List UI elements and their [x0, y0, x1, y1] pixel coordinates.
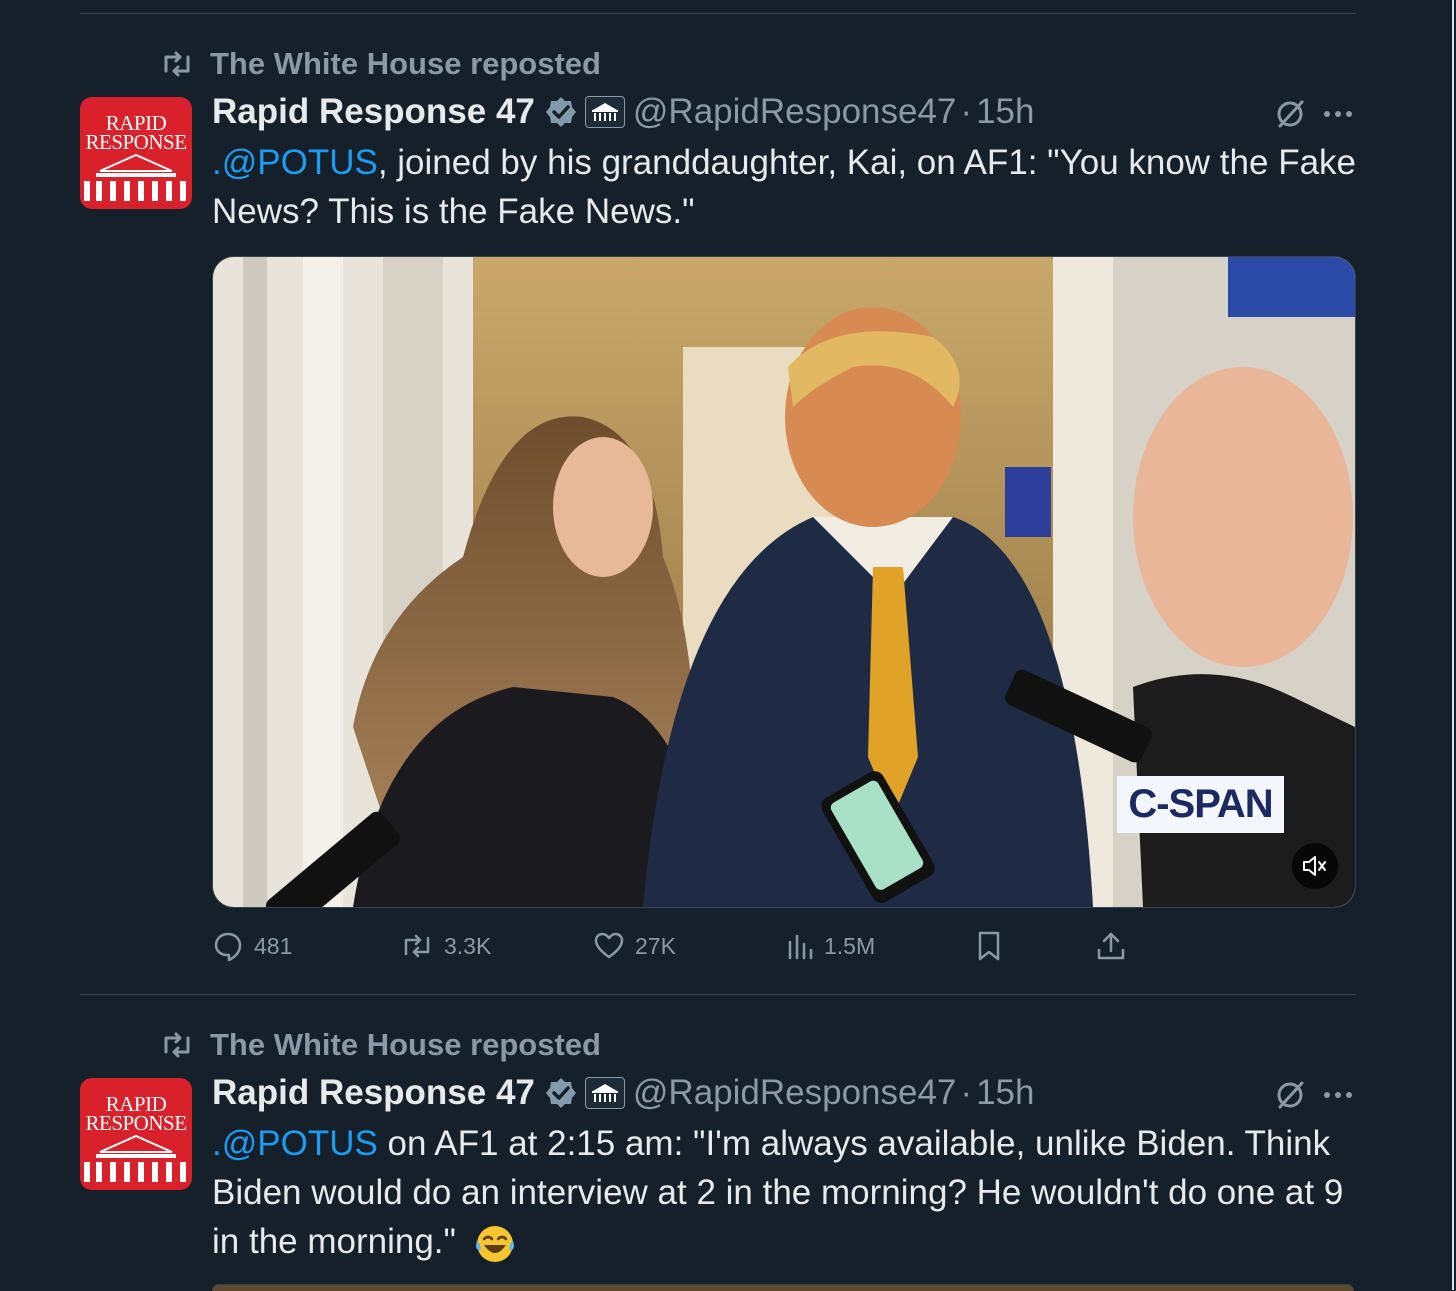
muted-speaker-icon [1303, 856, 1326, 876]
like-button[interactable]: 27K [593, 930, 676, 962]
post-text-body: on AF1 at 2:15 am: "I'm always available… [212, 1124, 1344, 1261]
repost-icon [164, 1032, 190, 1058]
share-button[interactable] [1096, 930, 1126, 962]
share-icon [1097, 932, 1125, 960]
grok-icon[interactable] [1274, 1079, 1306, 1111]
separator: · [960, 92, 973, 131]
laughing-emoji-icon [475, 1225, 514, 1262]
repost-label: The White House reposted [210, 46, 601, 81]
verified-badge-icon[interactable] [545, 1077, 577, 1109]
post-text: .@POTUS on AF1 at 2:15 am: "I'm always a… [212, 1119, 1352, 1266]
repost-icon [164, 51, 190, 77]
repost-icon [404, 934, 430, 958]
author-handle[interactable]: @RapidResponse47 [633, 1073, 957, 1113]
post-text: .@POTUS, joined by his granddaughter, Ka… [212, 138, 1362, 236]
reply-count: 481 [254, 932, 293, 959]
affiliation-badge-icon[interactable] [584, 96, 625, 128]
post-text-body: , joined by his granddaughter, Kai, on A… [212, 143, 1356, 231]
affiliation-badge-icon[interactable] [584, 1077, 625, 1109]
view-count: 1.5M [824, 932, 876, 959]
bookmark-icon [978, 931, 1000, 961]
like-count: 27K [635, 932, 676, 959]
repost-indicator[interactable]: The White House reposted [160, 1025, 601, 1065]
analytics-icon [788, 934, 813, 960]
grok-icon[interactable] [1274, 98, 1306, 130]
timestamp[interactable]: 15h [976, 1073, 1034, 1113]
repost-button[interactable]: 3.3K [400, 930, 491, 962]
reply-button[interactable]: 481 [212, 930, 292, 962]
post-divider [80, 994, 1356, 995]
author-name[interactable]: Rapid Response 47 [212, 92, 535, 132]
author-handle[interactable]: @RapidResponse47 [633, 92, 957, 132]
panel-edge [1452, 0, 1454, 1290]
views-button[interactable]: 1.5M [786, 930, 875, 962]
author-name[interactable]: Rapid Response 47 [212, 1073, 535, 1113]
post-header: Rapid Response 47 @RapidResponse47 · 15h [212, 90, 1034, 134]
mention-link[interactable]: .@POTUS [212, 1124, 378, 1163]
mention-link[interactable]: .@POTUS [212, 143, 378, 182]
avatar[interactable]: RAPID RESPONSE [80, 97, 192, 209]
mute-button[interactable] [1292, 843, 1338, 889]
timestamp[interactable]: 15h [976, 92, 1034, 132]
heart-icon [594, 932, 624, 959]
white-house-logo-icon [84, 153, 186, 201]
more-options-icon[interactable] [1322, 1081, 1354, 1109]
cspan-logo: C-SPAN [1117, 776, 1284, 833]
verified-badge-icon[interactable] [545, 96, 577, 128]
avatar[interactable]: RAPID RESPONSE [80, 1078, 192, 1190]
more-options-icon[interactable] [1322, 100, 1354, 128]
repost-label: The White House reposted [210, 1027, 601, 1062]
post-header: Rapid Response 47 @RapidResponse47 · 15h [212, 1071, 1034, 1115]
bookmark-button[interactable] [976, 930, 1002, 962]
repost-indicator[interactable]: The White House reposted [160, 44, 601, 84]
separator: · [960, 1073, 973, 1112]
top-divider [80, 13, 1356, 14]
white-house-logo-icon [84, 1134, 186, 1182]
repost-count: 3.3K [444, 932, 492, 959]
reply-icon [214, 932, 242, 962]
